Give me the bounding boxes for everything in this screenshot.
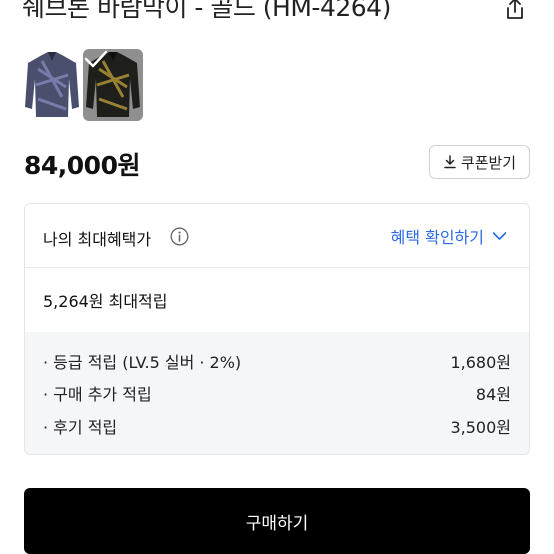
points-row-label: · 구매 추가 적립 [43,385,152,404]
points-row-extra: · 구매 추가 적립 84원 [43,381,511,405]
points-row-review: · 후기 적립 3,500원 [43,414,511,438]
thumbnail-jacket-navy[interactable] [22,49,82,121]
chevron-down-icon [492,232,507,240]
points-row-value: 3,500원 [450,418,511,437]
coupon-download-button[interactable]: 쿠폰받기 [429,145,530,179]
coupon-label: 쿠폰받기 [460,153,517,172]
benefit-header: 나의 최대혜택가 혜택 확인하기 [25,204,529,268]
points-row-grade: · 등급 적립 (LV.5 실버 · 2%) 1,680원 [43,349,511,373]
benefit-panel: 나의 최대혜택가 혜택 확인하기 5,264원 최대적립 · 등급 적립 (LV… [24,203,530,455]
product-detail-page: 쉐브론 바람막이 - 골드 (HM-4264) 84,000원 쿠폰받기 나의 … [0,0,554,554]
product-title: 쉐브론 바람막이 - 골드 (HM-4264) [22,0,391,22]
product-price: 84,000원 [24,151,140,180]
download-icon [444,155,456,169]
points-row-value: 84원 [475,385,511,404]
max-points-text: 5,264원 최대적립 [43,292,168,311]
info-icon[interactable] [170,227,189,246]
points-row-label: · 후기 적립 [43,418,118,437]
benefit-title: 나의 최대혜택가 [43,230,152,249]
thumbnail-jacket-gold[interactable] [83,49,143,121]
points-breakdown: · 등급 적립 (LV.5 실버 · 2%) 1,680원 · 구매 추가 적립… [25,332,529,454]
share-icon[interactable] [502,0,528,22]
points-row-value: 1,680원 [450,353,511,372]
buy-button[interactable]: 구매하기 [24,488,530,554]
points-row-label: · 등급 적립 (LV.5 실버 · 2%) [43,353,242,372]
check-benefits-label: 혜택 확인하기 [390,228,484,247]
check-benefits-link[interactable]: 혜택 확인하기 [391,224,507,248]
selected-check-icon [83,49,143,121]
